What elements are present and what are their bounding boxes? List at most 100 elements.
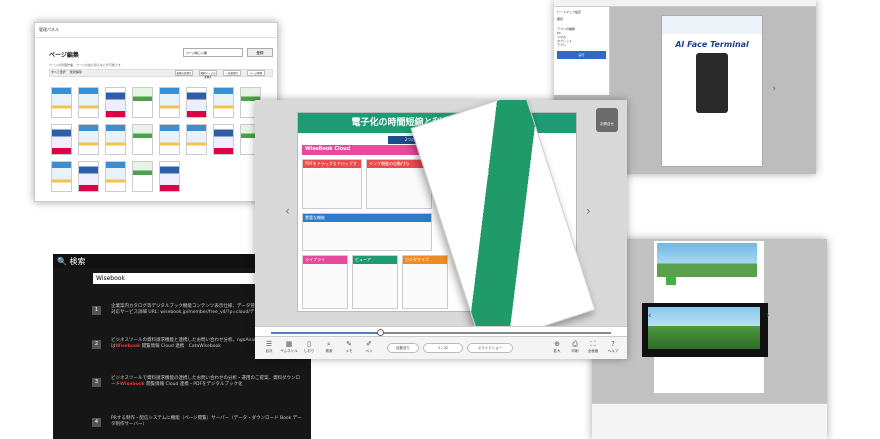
search-result[interactable]: 3 ビジネスツールで資料請求機能の連携したお問い合わせの分析・運用のご提案、資料… bbox=[92, 376, 303, 388]
fullscreen-button[interactable]: ⛶ 全画面 bbox=[583, 340, 603, 354]
memo-button[interactable]: ✎ メモ bbox=[339, 340, 359, 354]
feature-panel: カスタマイズ bbox=[402, 255, 448, 309]
heatmap-page: AI Face Terminal bbox=[661, 15, 763, 167]
sidebar-checkbox[interactable]: アプリ bbox=[557, 43, 606, 47]
page-thumbnail[interactable] bbox=[213, 124, 234, 155]
slideshow-button[interactable]: スライドショー bbox=[467, 343, 513, 353]
page-thumbnail[interactable] bbox=[105, 124, 126, 155]
result-highlight: Wisebook bbox=[120, 382, 145, 387]
result-text: PRする制作・配信システムに機能（ページ閲覧）サーバー（データ・ダウンロード B… bbox=[111, 416, 302, 427]
tool-label: 検索 bbox=[325, 349, 333, 353]
memo-icon: ✎ bbox=[346, 340, 352, 348]
tool-label: 印刷 bbox=[571, 349, 579, 353]
video-player[interactable] bbox=[642, 303, 768, 357]
tool-label: サムネイル bbox=[280, 349, 298, 353]
tool-label: 全画面 bbox=[587, 349, 599, 353]
admin-header: 管理パネル bbox=[35, 23, 277, 38]
action-button[interactable]: 表紙の差替え bbox=[175, 70, 193, 76]
page-thumbnail[interactable] bbox=[51, 87, 72, 118]
page-thumbnail[interactable] bbox=[159, 87, 180, 118]
admin-note: ページの管理作業、ページの並び替えなどが可能です bbox=[49, 63, 121, 67]
action-button[interactable]: 選択ページの差替え bbox=[199, 70, 217, 79]
page-thumbnail[interactable] bbox=[132, 87, 153, 118]
sidebar-label: 期間 bbox=[557, 17, 564, 21]
page-header-image bbox=[662, 16, 762, 34]
result-text: 閲覧情報 Cloud 連携・PDFをデジタルブック化 bbox=[144, 382, 243, 387]
panel-heading: PDFをドラッグ＆ドロップするだけで作成 bbox=[303, 160, 361, 172]
slider-fill bbox=[271, 332, 380, 334]
search-icon: ⌕ bbox=[327, 340, 331, 348]
search-result[interactable]: 4 PRする制作・配信システムに機能（ページ閲覧）サーバー（データ・ダウンロード… bbox=[92, 416, 303, 428]
viewer-bottom-toolbar bbox=[592, 403, 827, 439]
page-thumbnail[interactable] bbox=[105, 87, 126, 118]
panel-heading: ライブラリ bbox=[303, 256, 347, 264]
page-thumbnail[interactable] bbox=[51, 161, 72, 192]
search-button[interactable]: ⌕ 検索 bbox=[319, 340, 339, 354]
chevron-right-icon[interactable]: › bbox=[766, 311, 770, 321]
slider-knob[interactable] bbox=[376, 329, 384, 336]
tool-label: 目次 bbox=[265, 349, 273, 353]
select-all-link[interactable]: すべて選択 選択解除 bbox=[51, 70, 82, 74]
chevron-right-icon[interactable]: › bbox=[586, 204, 591, 218]
panel-heading: ビューア bbox=[353, 256, 397, 264]
chevron-right-icon[interactable]: › bbox=[772, 84, 776, 94]
pen-icon: ✐ bbox=[366, 340, 372, 348]
page-thumbnail[interactable] bbox=[186, 87, 207, 118]
result-number: 1 bbox=[92, 306, 101, 315]
chat-button[interactable]: お問合せ bbox=[596, 108, 618, 132]
page-thumbnail[interactable] bbox=[132, 161, 153, 192]
curl-title: eラーニング bbox=[449, 143, 490, 181]
feature-panel: ビューア bbox=[352, 255, 398, 309]
page-thumbnail[interactable] bbox=[186, 124, 207, 155]
list-icon: ☰ bbox=[265, 340, 273, 348]
pen-button[interactable]: ✐ ペン bbox=[359, 340, 379, 354]
page-thumbnail[interactable] bbox=[159, 124, 180, 155]
result-text: 企業案内カタログ等デジタルブック機能コンテンツ表示仕様、データ管理ページ bbox=[111, 304, 273, 309]
thumbnail-button[interactable]: ▦ サムネイル bbox=[279, 340, 299, 354]
search-title: 検索 bbox=[69, 257, 86, 266]
auto-play-button[interactable]: 自動送り bbox=[387, 343, 419, 353]
page-slider[interactable] bbox=[255, 326, 627, 336]
chevron-left-icon[interactable]: ‹ bbox=[648, 311, 652, 321]
page-thumbnail[interactable] bbox=[78, 87, 99, 118]
action-button[interactable]: 一括差替え bbox=[223, 70, 241, 76]
page-input[interactable]: 1 / 32 bbox=[423, 343, 463, 353]
help-icon: ? bbox=[611, 340, 615, 348]
page-thumbnail[interactable] bbox=[51, 124, 72, 155]
chat-label: お問合せ bbox=[600, 122, 614, 126]
panel-heading: カスタマイズ bbox=[403, 256, 447, 264]
page-thumbnail[interactable] bbox=[213, 87, 234, 118]
page-thumbnail[interactable] bbox=[78, 161, 99, 192]
execute-button[interactable]: 実行 bbox=[557, 51, 606, 59]
bookmark-button[interactable]: ▯ しおり bbox=[299, 340, 319, 354]
result-number: 3 bbox=[92, 378, 101, 387]
page-heading: AI Face Terminal bbox=[675, 40, 749, 49]
sidebar-heading: ヒートマップ設定 bbox=[557, 10, 582, 14]
page-thumbnail[interactable] bbox=[105, 161, 126, 192]
help-button[interactable]: ? ヘルプ bbox=[603, 340, 623, 354]
search-input[interactable]: Wisebook bbox=[93, 273, 268, 284]
sort-select[interactable]: ページ新しい順 bbox=[183, 48, 243, 57]
main-toolbar: ☰ 目次 ▦ サムネイル ▯ しおり ⌕ 検索 ✎ メモ ✐ ペン 自動送り 1 / 32 … bbox=[255, 336, 627, 359]
admin-window: 管理パネル ページ編集 ページ新しい順 登録 ページの管理作業、ページの並び替え… bbox=[34, 22, 278, 202]
grid-icon: ▦ bbox=[285, 340, 293, 348]
tool-label: ペン bbox=[365, 349, 373, 353]
feature-panel: PDFをドラッグ＆ドロップするだけで作成 bbox=[302, 159, 362, 209]
viewer-page bbox=[642, 241, 768, 393]
tool-label: メモ bbox=[345, 349, 353, 353]
wisebook-label: WiseBook Cloud bbox=[302, 145, 432, 155]
viewer-toolbar bbox=[554, 0, 816, 7]
zoom-button[interactable]: ⊕ 拡大 bbox=[547, 340, 567, 354]
landscape-image bbox=[657, 243, 757, 277]
page-thumbnail[interactable] bbox=[159, 161, 180, 192]
toc-button[interactable]: ☰ 目次 bbox=[259, 340, 279, 354]
page-thumbnail[interactable] bbox=[78, 124, 99, 155]
chevron-left-icon[interactable]: ‹ bbox=[285, 204, 290, 218]
page-thumbnail[interactable] bbox=[132, 124, 153, 155]
tool-label: しおり bbox=[303, 349, 315, 353]
print-icon: ⎙ bbox=[572, 340, 578, 348]
print-button[interactable]: ⎙ 印刷 bbox=[565, 340, 585, 354]
action-button[interactable]: ページ削除 bbox=[247, 70, 265, 76]
play-icon[interactable] bbox=[666, 277, 676, 285]
register-button[interactable]: 登録 bbox=[247, 48, 273, 57]
